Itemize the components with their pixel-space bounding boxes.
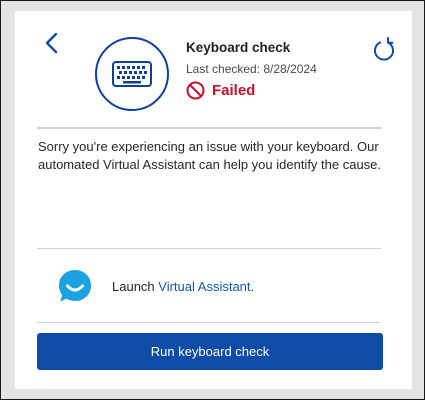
status-label: Failed (212, 82, 256, 99)
status-indicator: Failed (186, 81, 255, 100)
header-divider (37, 127, 381, 129)
issue-message: Sorry you're experiencing an issue with … (38, 139, 382, 172)
launch-prefix: Launch (112, 278, 159, 294)
run-keyboard-check-button[interactable]: Run keyboard check (37, 333, 383, 370)
virtual-assistant-row: Launch Virtual Assistant. (57, 267, 254, 305)
window-frame: Keyboard check Last checked: 8/28/2024 F… (0, 0, 425, 400)
refresh-icon (374, 37, 394, 61)
section-divider-top (37, 248, 381, 249)
failed-icon (186, 81, 205, 100)
keyboard-icon (112, 61, 152, 87)
last-checked-date: Last checked: 8/28/2024 (186, 62, 317, 76)
back-chevron-icon (45, 32, 58, 54)
refresh-button[interactable] (371, 36, 397, 62)
keyboard-device-badge (95, 37, 169, 111)
launch-suffix: . (250, 278, 255, 294)
back-button[interactable] (43, 31, 63, 57)
virtual-assistant-link[interactable]: Virtual Assistant (158, 279, 250, 294)
launch-assistant-text: Launch Virtual Assistant. (112, 279, 254, 294)
virtual-assistant-icon[interactable] (57, 268, 93, 304)
check-title: Keyboard check (186, 40, 291, 55)
section-divider-bottom (37, 322, 381, 323)
